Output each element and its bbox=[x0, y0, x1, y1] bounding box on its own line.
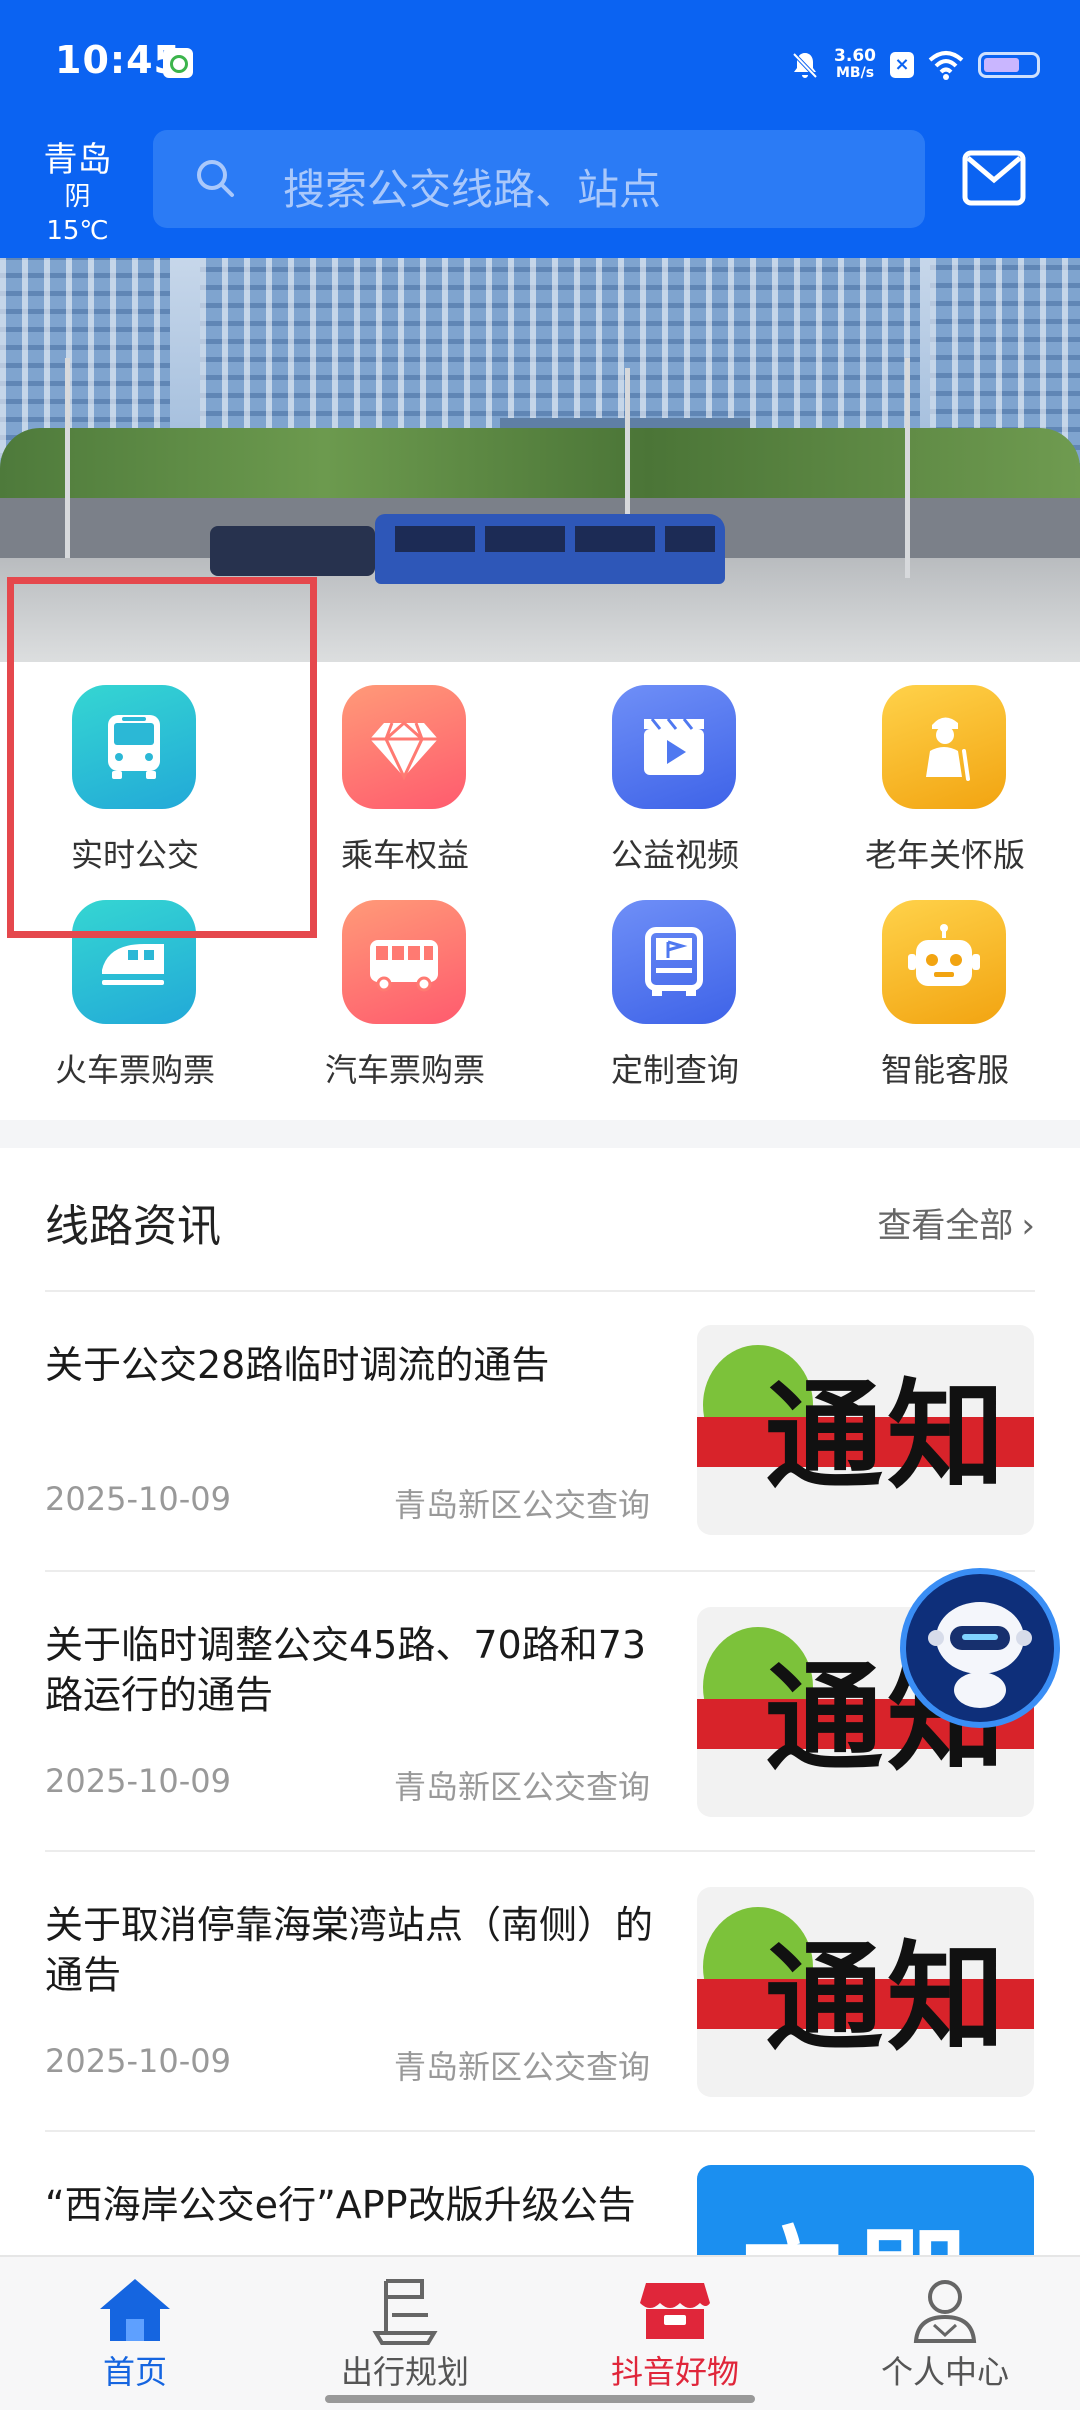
city-name: 青岛 bbox=[43, 140, 112, 180]
banner-blue-bus bbox=[375, 514, 725, 584]
battery-fill bbox=[984, 58, 1019, 72]
diamond-icon bbox=[370, 720, 438, 781]
home-indicator[interactable] bbox=[325, 2395, 755, 2403]
news-item-date: 2025-10-09 bbox=[45, 1480, 231, 1518]
view-all-label: 查看全部 bbox=[877, 1206, 1014, 1246]
weather-text: 阴 15℃ bbox=[46, 182, 109, 246]
shortcut-label: 智能客服 bbox=[880, 1051, 1009, 1089]
divider bbox=[45, 1570, 1035, 1572]
net-speed-unit: MB/s bbox=[835, 65, 875, 81]
news-item-thumbnail: 通知 bbox=[697, 1887, 1034, 2097]
tab-trip-planning[interactable]: 出行规划 bbox=[270, 2257, 540, 2410]
tab-label: 个人中心 bbox=[880, 2353, 1009, 2391]
bus-window bbox=[665, 526, 715, 552]
thumb-text: 通知 bbox=[765, 1366, 1010, 1505]
x-app-icon: × bbox=[890, 52, 914, 78]
floating-assistant-button[interactable] bbox=[900, 1568, 1060, 1728]
news-item-title: “西海岸公交e行”APP改版升级公告 bbox=[45, 2183, 636, 2227]
mute-bell-icon bbox=[792, 52, 818, 79]
shortcut-elder-mode[interactable]: 老年关怀版 bbox=[810, 665, 1080, 875]
thumb-text: 通知 bbox=[765, 1928, 1010, 2067]
shortcut-public-video[interactable]: 公益视频 bbox=[540, 665, 810, 875]
tab-douyin-goods[interactable]: 抖音好物 bbox=[540, 2257, 810, 2410]
city-weather[interactable]: 青岛 阴 15℃ bbox=[30, 140, 125, 248]
divider bbox=[45, 2130, 1035, 2132]
network-speed: 3.60 MB/s bbox=[834, 48, 876, 82]
news-item-thumbnail: 立即 bbox=[697, 2165, 1034, 2255]
shop-icon bbox=[640, 2283, 710, 2339]
shortcut-icon-bg bbox=[612, 900, 736, 1024]
news-item-source: 青岛新区公交查询 bbox=[393, 1768, 650, 1806]
view-all-link[interactable]: 查看全部 › bbox=[877, 1198, 1035, 1247]
battery-icon bbox=[978, 52, 1040, 78]
tab-profile[interactable]: 个人中心 bbox=[810, 2257, 1080, 2410]
news-item-title: 关于临时调整公交45路、70路和73路运行的通告 bbox=[45, 1623, 647, 1717]
section-gap bbox=[0, 1120, 1080, 1148]
news-item-source: 青岛新区公交查询 bbox=[393, 2048, 650, 2086]
news-item-title: 关于公交28路临时调流的通告 bbox=[45, 1343, 550, 1387]
video-icon bbox=[644, 718, 704, 775]
net-speed-value: 3.60 bbox=[834, 46, 876, 66]
status-bar: 10:45 3.60 MB/s × bbox=[0, 0, 1080, 120]
user-icon bbox=[913, 2280, 977, 2343]
status-icons: 3.60 MB/s × bbox=[790, 40, 1040, 90]
search-placeholder: 搜索公交线路、站点 bbox=[283, 165, 662, 214]
shortcut-icon-bg bbox=[882, 900, 1006, 1024]
news-item-title: 关于取消停靠海棠湾站点（南侧）的通告 bbox=[45, 1903, 654, 1997]
tab-home[interactable]: 首页 bbox=[0, 2257, 270, 2410]
news-section-title: 线路资讯 bbox=[45, 1201, 221, 1252]
robot-assistant-icon bbox=[928, 1602, 1032, 1708]
home-icon bbox=[100, 2279, 170, 2341]
highlight-box bbox=[7, 577, 317, 938]
news-item-source: 青岛新区公交查询 bbox=[393, 1486, 650, 1524]
banner-lamp bbox=[625, 368, 630, 528]
shortcut-label: 定制查询 bbox=[610, 1051, 739, 1089]
chevron-right-icon: › bbox=[1021, 1206, 1035, 1246]
divider bbox=[45, 1850, 1035, 1852]
wifi-icon bbox=[928, 51, 964, 80]
shortcut-label: 火车票购票 bbox=[54, 1051, 215, 1089]
bottom-tab-bar: 首页 出行规划 抖音好物 个人中心 bbox=[0, 2255, 1080, 2410]
notification-app-icon bbox=[163, 48, 193, 78]
mail-icon[interactable] bbox=[962, 150, 1026, 206]
bus-window bbox=[485, 526, 565, 552]
coach-icon bbox=[370, 940, 438, 992]
search-icon bbox=[197, 160, 234, 197]
tab-label: 抖音好物 bbox=[610, 2353, 739, 2391]
banner-trees bbox=[0, 428, 1080, 498]
bus-window bbox=[575, 526, 655, 552]
thumb-text: 立即 bbox=[737, 2190, 977, 2255]
shortcut-label: 公益视频 bbox=[610, 836, 739, 874]
app-header: 10:45 3.60 MB/s × 青岛 阴 15℃ 搜索公交线路、站点 bbox=[0, 0, 1080, 258]
tab-label: 首页 bbox=[102, 2353, 167, 2391]
elder-icon bbox=[926, 717, 970, 781]
shortcut-label: 老年关怀版 bbox=[864, 836, 1025, 874]
shortcut-custom-query[interactable]: 定制查询 bbox=[540, 880, 810, 1090]
shortcut-smart-service[interactable]: 智能客服 bbox=[810, 880, 1080, 1090]
shortcut-icon-bg bbox=[612, 685, 736, 809]
shortcut-icon-bg bbox=[342, 900, 466, 1024]
banner-dark-bus bbox=[210, 526, 375, 576]
news-item-date: 2025-10-09 bbox=[45, 2042, 231, 2080]
robot-icon bbox=[908, 924, 980, 986]
shortcut-label: 汽车票购票 bbox=[324, 1051, 485, 1089]
route-sign-icon bbox=[372, 2279, 438, 2345]
banner-lamp bbox=[905, 358, 910, 578]
shortcut-icon-bg bbox=[342, 685, 466, 809]
shortcut-icon-bg bbox=[882, 685, 1006, 809]
news-item-thumbnail: 通知 bbox=[697, 1325, 1034, 1535]
custom-bus-icon bbox=[645, 927, 703, 996]
news-item-date: 2025-10-09 bbox=[45, 1762, 231, 1800]
divider bbox=[45, 1290, 1035, 1292]
bus-window bbox=[395, 526, 475, 552]
tab-label: 出行规划 bbox=[340, 2353, 469, 2391]
search-bar[interactable]: 搜索公交线路、站点 bbox=[153, 130, 925, 228]
banner-lamp bbox=[65, 358, 70, 558]
